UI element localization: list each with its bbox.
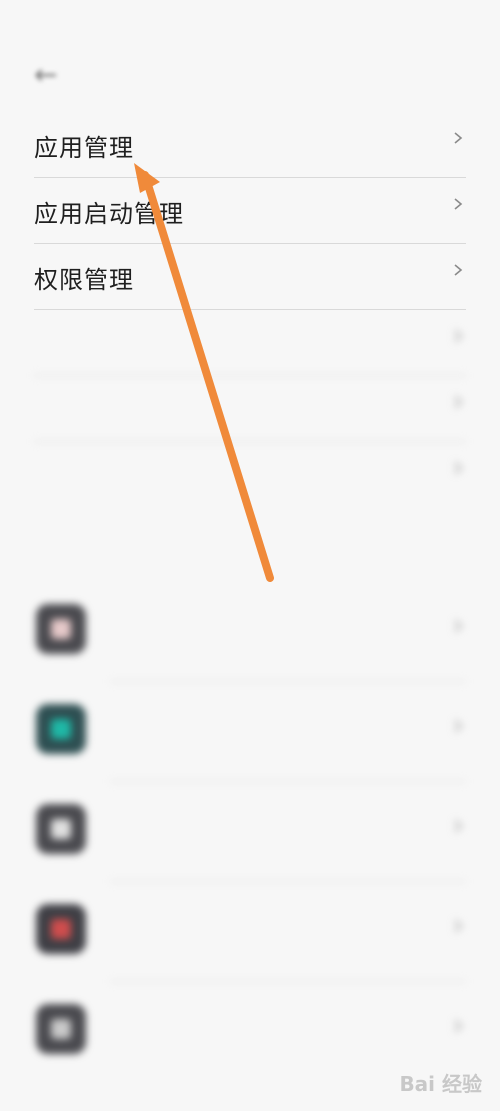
chevron-right-icon bbox=[454, 330, 463, 342]
settings-item-blurred-2[interactable] bbox=[0, 376, 500, 442]
baidu-watermark: Bai 经验 bbox=[399, 1072, 482, 1096]
app-icon-glyph bbox=[51, 619, 71, 639]
app-icon bbox=[36, 704, 86, 754]
app-list bbox=[0, 582, 500, 1082]
settings-item-label: 应用管理 bbox=[34, 134, 134, 162]
app-icon-glyph bbox=[51, 919, 71, 939]
status-bar bbox=[0, 0, 500, 40]
chevron-right-icon bbox=[454, 620, 463, 632]
settings-item-permissions[interactable]: 权限管理 bbox=[0, 244, 500, 310]
chevron-right-icon bbox=[454, 198, 463, 210]
screen: ← 应用管理 应用启动管理 权限管理 Bai 经验 bbox=[0, 0, 500, 1111]
settings-item-app-launch[interactable]: 应用启动管理 bbox=[0, 178, 500, 244]
list-item[interactable] bbox=[0, 982, 500, 1082]
chevron-right-icon bbox=[454, 1020, 463, 1032]
app-icon bbox=[36, 604, 86, 654]
chevron-right-icon bbox=[454, 820, 463, 832]
list-item[interactable] bbox=[0, 882, 500, 982]
chevron-right-icon bbox=[454, 396, 463, 408]
settings-item-app-management[interactable]: 应用管理 bbox=[0, 112, 500, 178]
settings-list: 应用管理 应用启动管理 权限管理 bbox=[0, 112, 500, 508]
chevron-right-icon bbox=[454, 720, 463, 732]
settings-item-blurred-1[interactable] bbox=[0, 310, 500, 376]
back-arrow-icon[interactable]: ← bbox=[34, 58, 57, 91]
chevron-right-icon bbox=[454, 264, 463, 276]
app-icon-glyph bbox=[51, 819, 71, 839]
settings-item-blurred-3[interactable] bbox=[0, 442, 500, 508]
app-icon-glyph bbox=[51, 719, 71, 739]
app-icon bbox=[36, 804, 86, 854]
list-item[interactable] bbox=[0, 682, 500, 782]
chevron-right-icon bbox=[454, 920, 463, 932]
settings-item-label: 权限管理 bbox=[34, 266, 134, 294]
app-icon bbox=[36, 1004, 86, 1054]
list-item[interactable] bbox=[0, 782, 500, 882]
chevron-right-icon bbox=[454, 132, 463, 144]
settings-item-label: 应用启动管理 bbox=[34, 200, 184, 228]
app-icon-glyph bbox=[51, 1019, 71, 1039]
chevron-right-icon bbox=[454, 462, 463, 474]
list-item[interactable] bbox=[0, 582, 500, 682]
header: ← bbox=[0, 48, 500, 104]
app-icon bbox=[36, 904, 86, 954]
